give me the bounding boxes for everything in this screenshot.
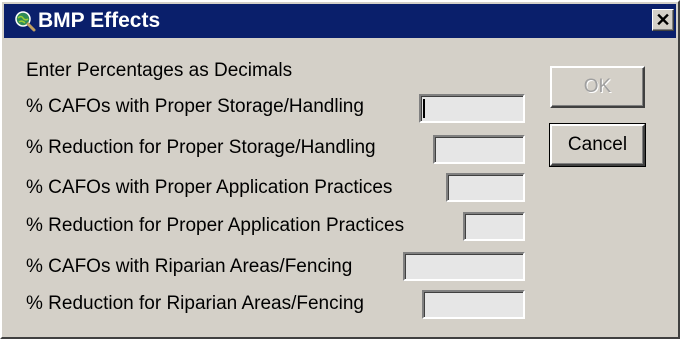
- field-label-reduction-storage: % Reduction for Proper Storage/Handling: [26, 137, 376, 158]
- bmp-effects-dialog: BMP Effects ✕ Enter Percentages as Decim…: [0, 0, 680, 339]
- field-label-reduction-riparian: % Reduction for Riparian Areas/Fencing: [26, 293, 364, 314]
- title-bar[interactable]: BMP Effects ✕: [4, 4, 676, 38]
- close-icon: ✕: [655, 10, 671, 30]
- instructions-text: Enter Percentages as Decimals: [26, 60, 293, 81]
- reduction-riparian-input[interactable]: [422, 290, 525, 319]
- field-label-cafos-storage: % CAFOs with Proper Storage/Handling: [26, 96, 364, 117]
- cafos-storage-input[interactable]: [419, 94, 525, 123]
- cancel-button[interactable]: Cancel: [549, 123, 646, 167]
- window-title: BMP Effects: [38, 9, 161, 32]
- field-label-cafos-riparian: % CAFOs with Riparian Areas/Fencing: [26, 256, 353, 277]
- text-cursor: [423, 99, 425, 118]
- field-label-cafos-application: % CAFOs with Proper Application Practice…: [26, 177, 393, 198]
- field-label-reduction-application: % Reduction for Proper Application Pract…: [26, 215, 405, 236]
- cafos-application-input[interactable]: [446, 173, 525, 202]
- cafos-riparian-input[interactable]: [403, 252, 525, 281]
- globe-magnifier-icon: [15, 11, 36, 32]
- reduction-storage-input[interactable]: [433, 135, 525, 164]
- ok-button[interactable]: OK: [550, 66, 645, 108]
- close-button[interactable]: ✕: [652, 9, 674, 31]
- reduction-application-input[interactable]: [463, 212, 525, 241]
